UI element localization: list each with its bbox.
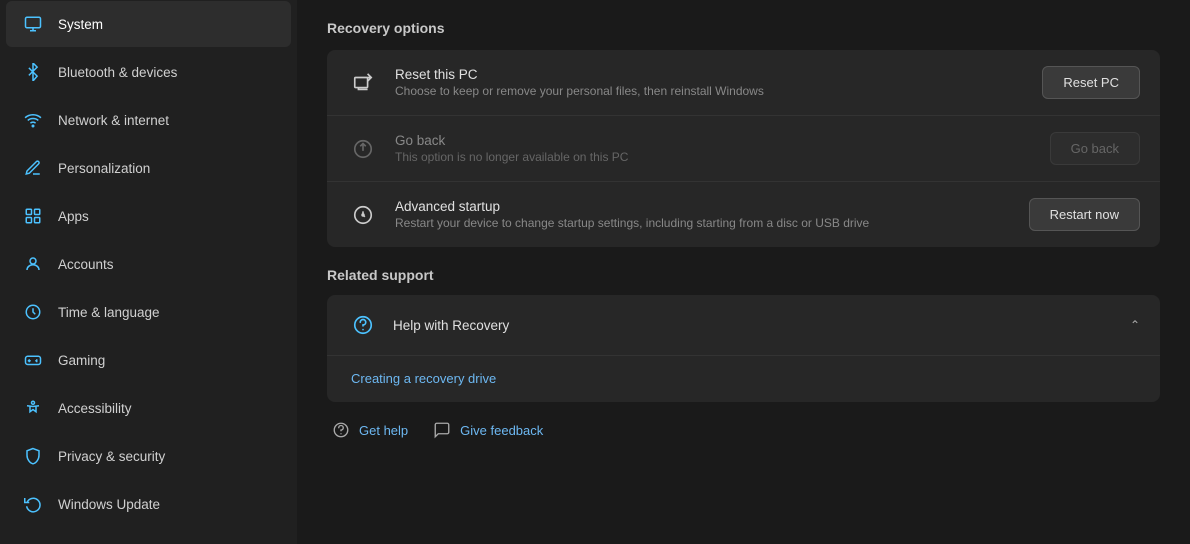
sidebar-label-privacy: Privacy & security xyxy=(58,449,165,464)
go-back-button: Go back xyxy=(1050,132,1140,165)
sidebar-item-personalization[interactable]: Personalization xyxy=(6,145,291,191)
sidebar-item-gaming[interactable]: Gaming xyxy=(6,337,291,383)
recovery-options-card: Reset this PC Choose to keep or remove y… xyxy=(327,50,1160,247)
sidebar-item-system[interactable]: System xyxy=(6,1,291,47)
reset-pc-button[interactable]: Reset PC xyxy=(1042,66,1140,99)
advanced-startup-row: Advanced startup Restart your device to … xyxy=(327,182,1160,247)
reset-pc-label: Reset this PC xyxy=(395,67,1026,82)
gaming-icon xyxy=(22,349,44,371)
sidebar-label-personalization: Personalization xyxy=(58,161,150,176)
get-help-label: Get help xyxy=(359,423,408,438)
help-recovery-body: Creating a recovery drive xyxy=(327,355,1160,402)
sidebar-label-network: Network & internet xyxy=(58,113,169,128)
sidebar-item-accessibility[interactable]: Accessibility xyxy=(6,385,291,431)
give-feedback-link[interactable]: Give feedback xyxy=(432,420,543,440)
recovery-options-title: Recovery options xyxy=(327,20,1160,36)
give-feedback-label: Give feedback xyxy=(460,423,543,438)
help-recovery-label: Help with Recovery xyxy=(393,318,1116,333)
goback-icon xyxy=(347,133,379,165)
time-icon xyxy=(22,301,44,323)
advanced-startup-label: Advanced startup xyxy=(395,199,1013,214)
reset-icon xyxy=(347,67,379,99)
sidebar-label-apps: Apps xyxy=(58,209,89,224)
main-content: Recovery options Reset this PC Choose to… xyxy=(297,0,1190,544)
bluetooth-icon xyxy=(22,61,44,83)
network-icon xyxy=(22,109,44,131)
sidebar-item-apps[interactable]: Apps xyxy=(6,193,291,239)
advanced-startup-icon xyxy=(347,199,379,231)
privacy-icon xyxy=(22,445,44,467)
sidebar-item-privacy[interactable]: Privacy & security xyxy=(6,433,291,479)
sidebar-item-bluetooth[interactable]: Bluetooth & devices xyxy=(6,49,291,95)
reset-pc-row: Reset this PC Choose to keep or remove y… xyxy=(327,50,1160,116)
accounts-icon xyxy=(22,253,44,275)
give-feedback-icon xyxy=(432,420,452,440)
chevron-up-icon: ⌃ xyxy=(1130,318,1140,332)
sidebar-label-windowsupdate: Windows Update xyxy=(58,497,160,512)
sidebar-item-windowsupdate[interactable]: Windows Update xyxy=(6,481,291,527)
sidebar-item-network[interactable]: Network & internet xyxy=(6,97,291,143)
go-back-label: Go back xyxy=(395,133,1034,148)
monitor-icon xyxy=(22,13,44,35)
reset-pc-sublabel: Choose to keep or remove your personal f… xyxy=(395,84,1026,98)
advanced-startup-sublabel: Restart your device to change startup se… xyxy=(395,216,1013,230)
apps-icon xyxy=(22,205,44,227)
go-back-text: Go back This option is no longer availab… xyxy=(395,133,1034,164)
accessibility-icon xyxy=(22,397,44,419)
sidebar-label-accessibility: Accessibility xyxy=(58,401,132,416)
get-help-icon xyxy=(331,420,351,440)
go-back-sublabel: This option is no longer available on th… xyxy=(395,150,1034,164)
sidebar-item-accounts[interactable]: Accounts xyxy=(6,241,291,287)
sidebar-label-gaming: Gaming xyxy=(58,353,105,368)
sidebar-label-system: System xyxy=(58,17,103,32)
related-support-title: Related support xyxy=(327,267,1160,283)
go-back-row: Go back This option is no longer availab… xyxy=(327,116,1160,182)
sidebar-item-time[interactable]: Time & language xyxy=(6,289,291,335)
related-support-card: Help with Recovery ⌃ Creating a recovery… xyxy=(327,295,1160,402)
sidebar-label-time: Time & language xyxy=(58,305,160,320)
help-recovery-icon xyxy=(347,309,379,341)
sidebar-label-bluetooth: Bluetooth & devices xyxy=(58,65,177,80)
creating-recovery-drive-link[interactable]: Creating a recovery drive xyxy=(351,371,496,386)
windowsupdate-icon xyxy=(22,493,44,515)
reset-pc-text: Reset this PC Choose to keep or remove y… xyxy=(395,67,1026,98)
get-help-link[interactable]: Get help xyxy=(331,420,408,440)
footer-links: Get help Give feedback xyxy=(327,420,1160,440)
sidebar-label-accounts: Accounts xyxy=(58,257,114,272)
advanced-startup-text: Advanced startup Restart your device to … xyxy=(395,199,1013,230)
help-recovery-header[interactable]: Help with Recovery ⌃ xyxy=(327,295,1160,355)
personalization-icon xyxy=(22,157,44,179)
restart-now-button[interactable]: Restart now xyxy=(1029,198,1140,231)
sidebar: System Bluetooth & devices Network & int… xyxy=(0,0,297,544)
